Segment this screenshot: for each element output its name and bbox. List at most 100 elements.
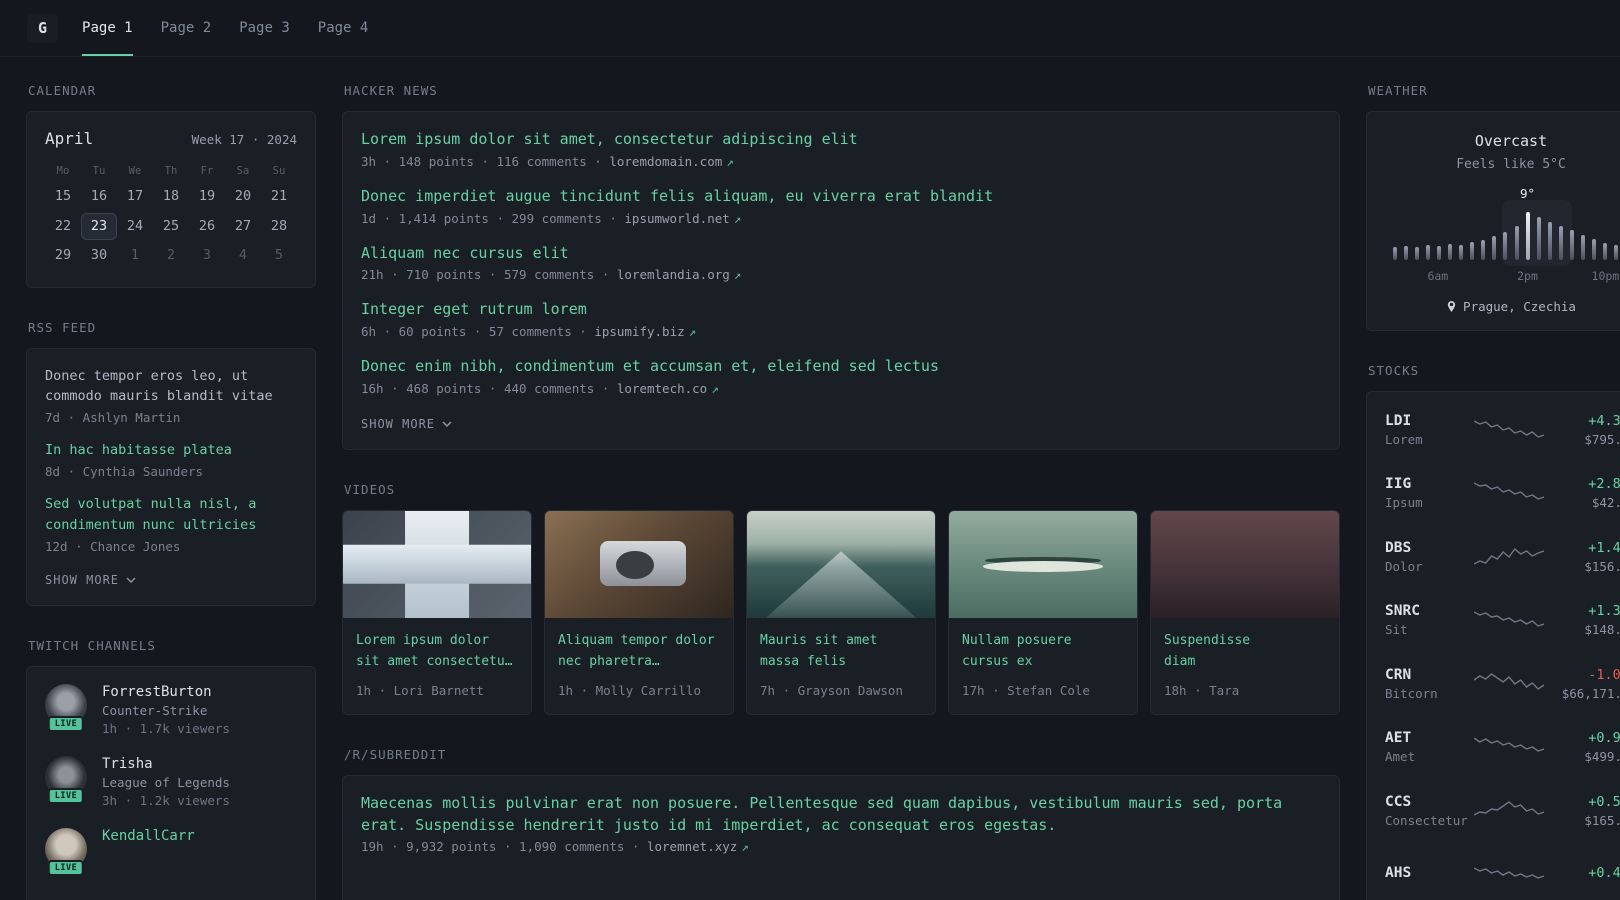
stock-row[interactable]: AET Amet +0.92% $499.72 [1385, 716, 1620, 780]
hn-story-domain-link[interactable]: loremdomain.com ↗ [609, 154, 733, 169]
hn-story-stats: 16h · 468 points · 440 comments · [361, 380, 610, 396]
weather-bar [1547, 222, 1552, 260]
hn-story-domain-link[interactable]: loremlandia.org ↗ [617, 267, 741, 282]
stock-row[interactable]: CRN Bitcorn -1.00% $66,171.48 [1385, 652, 1620, 716]
calendar-day-next-month: 3 [202, 247, 212, 263]
tab-page-1[interactable]: Page 1 [82, 0, 133, 56]
calendar-day: 22 [54, 217, 72, 234]
weather-bar [1492, 236, 1497, 260]
stock-sparkline [1474, 671, 1548, 697]
hn-story-meta: 16h · 468 points · 440 comments · loremt… [361, 381, 1321, 396]
video-title[interactable]: Mauris sit amet massa felis [760, 630, 922, 674]
weather-bar [1569, 230, 1574, 260]
video-title[interactable]: Aliquam tempor dolor nec pharetra… [558, 630, 720, 674]
weather-bar [1459, 245, 1464, 260]
stock-sparkline [1474, 861, 1548, 887]
video-title[interactable]: Suspendisse diam [1164, 630, 1264, 674]
hn-story-stats: 21h · 710 points · 579 comments · [361, 267, 610, 283]
channel-name[interactable]: KendallCarr [102, 828, 195, 844]
subreddit-card: Maecenas mollis pulvinar erat non posuer… [342, 774, 1340, 900]
stock-change: +4.35% [1588, 412, 1620, 429]
hn-story-title[interactable]: Integer eget rutrum lorem [361, 299, 1321, 321]
stock-row[interactable]: IIG Ipsum +2.84% $42.04 [1385, 462, 1620, 526]
hn-story-title[interactable]: Lorem ipsum dolor sit amet, consectetur … [361, 129, 1321, 151]
rss-item-title[interactable]: Donec tempor eros leo, ut commodo mauris… [45, 366, 297, 408]
stock-info: DBS Dolor [1385, 540, 1474, 574]
stock-row[interactable]: LDI Lorem +4.35% $795.18 [1385, 398, 1620, 462]
weather-location-label: Prague, Czechia [1463, 299, 1576, 314]
calendar-day: 29 [54, 247, 72, 263]
video-meta: 1h · Lori Barnett [356, 682, 484, 698]
tab-page-3[interactable]: Page 3 [239, 0, 290, 56]
weather-bar [1591, 239, 1596, 260]
video-card[interactable]: Lorem ipsum dolor sit amet consectetu… 1… [342, 509, 532, 715]
external-link-icon: ↗ [741, 839, 749, 855]
hour-label: 10pm [1591, 269, 1620, 283]
video-card[interactable]: Nullam posuere cursus ex 17h · Stefan Co… [948, 509, 1138, 715]
twitch-channel[interactable]: LIVE Trisha League of Legends 3h · 1.2k … [45, 756, 297, 808]
channel-info: KendallCarr [102, 828, 195, 844]
stock-row[interactable]: DBS Dolor +1.42% $156.28 [1385, 525, 1620, 589]
stock-ticker: AET [1385, 730, 1412, 747]
twitch-card: LIVE ForrestBurton Counter-Strike 1h · 1… [26, 666, 316, 900]
day-header: Mo [56, 165, 70, 177]
calendar-header: April Week 17 · 2024 [45, 129, 297, 148]
rss-show-more-button[interactable]: SHOW MORE [45, 573, 136, 587]
live-badge: LIVE [47, 715, 85, 733]
stock-ticker: LDI [1385, 412, 1412, 429]
hn-story-title[interactable]: Donec enim nibh, condimentum et accumsan… [361, 356, 1321, 378]
stock-row[interactable]: CCS Consectetur +0.51% $165.84 [1385, 779, 1620, 843]
day-header: Su [272, 165, 286, 177]
day-header: Fr [200, 165, 214, 177]
calendar-card: April Week 17 · 2024 Mo Tu We Th Fr Sa S… [26, 111, 316, 288]
video-title[interactable]: Nullam posuere cursus ex [962, 630, 1124, 674]
tab-page-2[interactable]: Page 2 [161, 0, 212, 56]
hn-show-more-button[interactable]: SHOW MORE [361, 417, 452, 431]
subreddit-post-title[interactable]: Maecenas mollis pulvinar erat non posuer… [361, 793, 1321, 837]
subreddit-post-domain-link[interactable]: loremnet.xyz ↗ [647, 839, 749, 854]
hn-story-title[interactable]: Aliquam nec cursus elit [361, 243, 1321, 265]
channel-name[interactable]: ForrestBurton [102, 684, 230, 700]
weather-bar [1536, 217, 1541, 260]
calendar-widget: CALENDAR April Week 17 · 2024 Mo Tu We T… [26, 83, 316, 288]
app-logo[interactable]: G [27, 13, 59, 43]
stock-price: $156.28 [1584, 558, 1620, 574]
location-pin-icon [1447, 301, 1456, 312]
stock-change: +1.36% [1588, 603, 1620, 620]
hn-story-domain-link[interactable]: loremtech.co ↗ [617, 381, 719, 396]
calendar-day: 28 [270, 217, 288, 234]
video-title[interactable]: Lorem ipsum dolor sit amet consectetu… [356, 630, 518, 674]
video-thumbnail [343, 510, 531, 618]
rss-item-title[interactable]: Sed volutpat nulla nisl, a condimentum n… [45, 494, 297, 536]
video-card[interactable]: Suspendisse diam 18h · Tara [1150, 509, 1340, 715]
middle-column: HACKER NEWS Lorem ipsum dolor sit amet, … [342, 83, 1340, 900]
stock-values: +2.84% $42.04 [1548, 476, 1620, 510]
stock-row[interactable]: AHS +0.46% [1385, 843, 1620, 900]
weather-bar [1448, 244, 1453, 260]
calendar-day-headers: Mo Tu We Th Fr Sa Su [45, 161, 297, 183]
calendar-day-next-month: 1 [130, 247, 140, 263]
page-tabs: Page 1 Page 2 Page 3 Page 4 [82, 0, 368, 56]
twitch-channel[interactable]: LIVE KendallCarr [45, 828, 297, 877]
chevron-down-icon [126, 577, 136, 584]
rss-item-title[interactable]: In hac habitasse platea [45, 440, 297, 461]
channel-category: League of Legends [102, 775, 230, 791]
video-card[interactable]: Aliquam tempor dolor nec pharetra… 1h · … [544, 509, 734, 715]
hn-story-domain-link[interactable]: ipsumworld.net ↗ [624, 211, 741, 226]
calendar-day: 25 [162, 217, 180, 234]
video-body: Lorem ipsum dolor sit amet consectetu… 1… [343, 618, 531, 714]
video-meta: 18h · Tara [1164, 682, 1240, 698]
video-thumbnail [949, 510, 1137, 618]
stock-info: SNRC Sit [1385, 603, 1474, 637]
hn-story-title[interactable]: Donec imperdiet augue tincidunt felis al… [361, 186, 1321, 208]
tab-page-4[interactable]: Page 4 [318, 0, 369, 56]
channel-name[interactable]: Trisha [102, 756, 230, 772]
hn-story-domain-link[interactable]: ipsumify.biz ↗ [594, 324, 696, 339]
video-body: Suspendisse diam 18h · Tara [1151, 618, 1339, 714]
stock-info: AHS [1385, 865, 1474, 884]
stock-row[interactable]: SNRC Sit +1.36% $148.64 [1385, 589, 1620, 653]
stock-ticker: CRN [1385, 666, 1412, 683]
stock-price: $66,171.48 [1561, 685, 1620, 701]
video-card[interactable]: Mauris sit amet massa felis 7h · Grayson… [746, 509, 936, 715]
twitch-channel[interactable]: LIVE ForrestBurton Counter-Strike 1h · 1… [45, 684, 297, 736]
